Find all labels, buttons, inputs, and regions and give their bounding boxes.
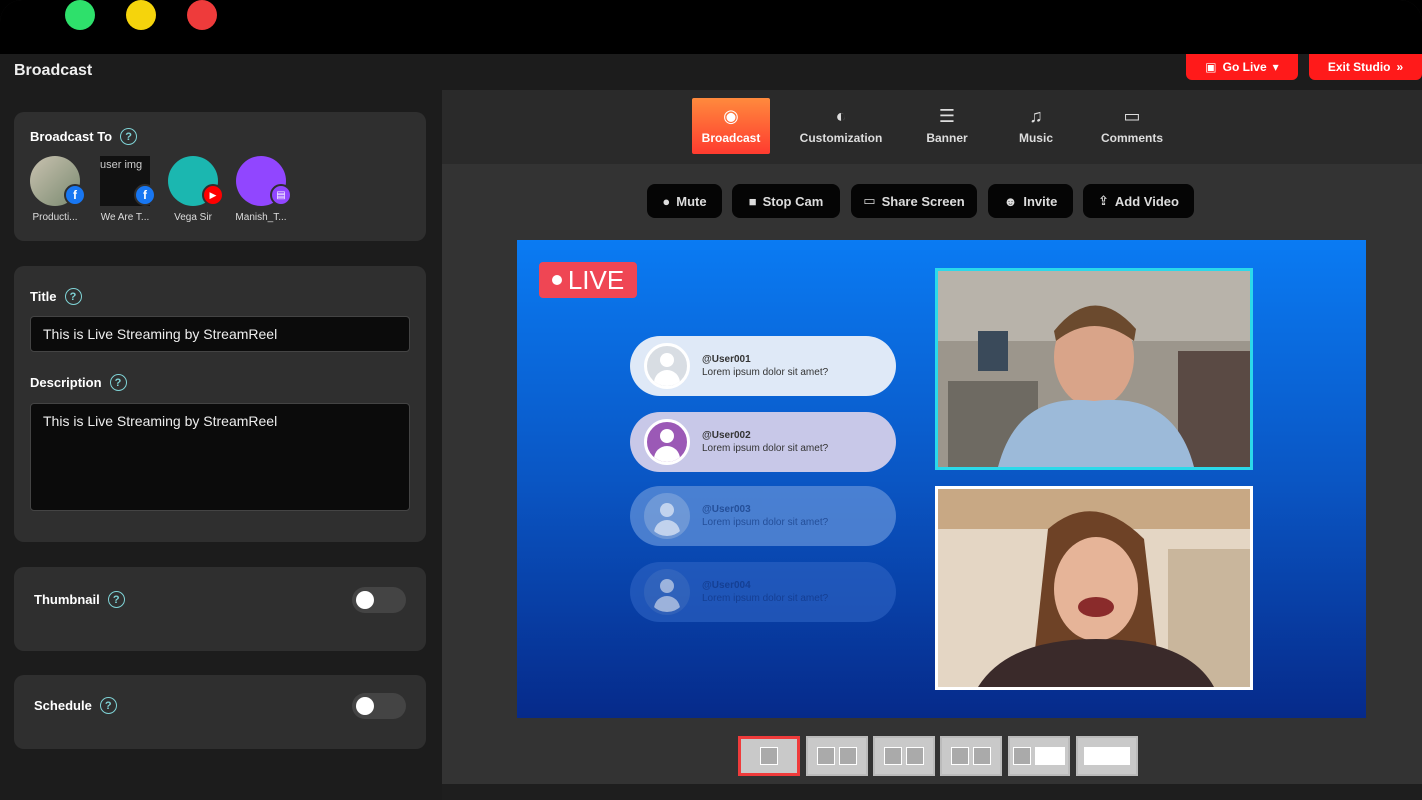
broadcast-to-card: Broadcast To ? f Producti... user img f … [14, 112, 426, 241]
user-avatar-icon [644, 419, 690, 465]
comment-bubble[interactable]: @User002 Lorem ipsum dolor sit amet? [630, 412, 896, 472]
guest-video-image [938, 489, 1250, 687]
tab-bar: ◉ Broadcast ◐ Customization ☰ Banner ♫ M… [442, 90, 1422, 164]
music-icon: ♫ [1029, 106, 1043, 126]
details-card: Title ? This is Live Streaming by Stream… [14, 266, 426, 542]
share-screen-button[interactable]: ▭ Share Screen [851, 184, 977, 218]
user-avatar-icon [644, 569, 690, 615]
caret-down-icon: ▾ [1272, 60, 1279, 74]
camera-feed-host[interactable] [935, 268, 1253, 470]
minimize-button[interactable] [126, 0, 156, 30]
tab-customization[interactable]: ◐ Customization [791, 98, 891, 154]
add-video-button[interactable]: ⇪ Add Video [1083, 184, 1194, 218]
studio-main: ◉ Broadcast ◐ Customization ☰ Banner ♫ M… [442, 90, 1422, 784]
tab-banner[interactable]: ☰ Banner [897, 98, 997, 154]
avatar: f [30, 156, 86, 206]
settings-panel: Broadcast To ? f Producti... user img f … [0, 90, 442, 800]
user-avatar-icon [644, 493, 690, 539]
upload-icon: ⇪ [1098, 193, 1109, 208]
avatar: user img f [100, 156, 156, 206]
schedule-toggle[interactable] [352, 693, 406, 719]
comment-bubble[interactable]: @User001 Lorem ipsum dolor sit amet? [630, 336, 896, 396]
help-icon[interactable]: ? [120, 128, 138, 145]
help-icon[interactable]: ? [107, 591, 125, 608]
title-label: Title [30, 289, 57, 304]
thumbnail-label: Thumbnail [34, 592, 100, 607]
layout-side[interactable] [1008, 736, 1070, 776]
twitch-icon: ▤ [270, 184, 292, 206]
tab-broadcast[interactable]: ◉ Broadcast [692, 98, 770, 154]
description-label: Description [30, 375, 102, 390]
help-icon[interactable]: ? [99, 697, 117, 714]
thumbnail-toggle[interactable] [352, 587, 406, 613]
double-chevron-right-icon: » [1396, 60, 1404, 74]
host-video-image [938, 271, 1250, 467]
broadcast-stage: LIVE @User001 Lorem ipsum dolor sit amet… [517, 240, 1366, 718]
add-user-icon: ☻ [1003, 193, 1018, 209]
comment-bubble[interactable]: @User003 Lorem ipsum dolor sit amet? [630, 486, 896, 546]
invite-button[interactable]: ☻ Invite [988, 184, 1073, 218]
close-button[interactable] [187, 0, 217, 30]
tab-comments[interactable]: ▭ Comments [1082, 98, 1182, 154]
facebook-icon: f [64, 184, 86, 206]
mute-button[interactable]: ● Mute [647, 184, 722, 218]
stop-cam-button[interactable]: ■ Stop Cam [732, 184, 840, 218]
page-title: Broadcast [14, 62, 93, 79]
camera-feed-guest[interactable] [935, 486, 1253, 690]
description-textarea[interactable]: This is Live Streaming by StreamReel [30, 403, 410, 511]
broadcast-icon: ◉ [723, 106, 739, 126]
comment-icon: ▭ [1123, 106, 1141, 126]
schedule-card: Schedule ? [14, 675, 426, 749]
layout-full[interactable] [1076, 736, 1138, 776]
layout-single[interactable] [738, 736, 800, 776]
account-item[interactable]: user img f We Are T... [94, 156, 156, 223]
broadcast-to-label: Broadcast To [30, 129, 113, 144]
layout-grid[interactable] [940, 736, 1002, 776]
title-bar [0, 0, 1422, 54]
tab-music[interactable]: ♫ Music [986, 98, 1086, 154]
account-item[interactable]: f Producti... [24, 156, 86, 223]
layout-selector [442, 736, 1422, 776]
screen-icon: ▭ [863, 193, 876, 208]
youtube-icon: ▶ [202, 184, 224, 206]
help-icon[interactable]: ? [109, 374, 127, 391]
help-icon[interactable]: ? [64, 288, 82, 305]
exit-studio-button[interactable]: Exit Studio » [1309, 54, 1422, 80]
avatar: ▤ [236, 156, 292, 206]
thumbnail-card: Thumbnail ? [14, 567, 426, 651]
maximize-button[interactable] [65, 0, 95, 30]
go-live-button[interactable]: ▣ Go Live ▾ [1186, 54, 1298, 80]
studio-window: Broadcast ▣ Go Live ▾ Exit Studio » Broa… [0, 0, 1422, 800]
schedule-label: Schedule [34, 698, 92, 713]
facebook-icon: f [134, 184, 156, 206]
account-item[interactable]: ▶ Vega Sir [162, 156, 224, 223]
comment-bubble[interactable]: @User004 Lorem ipsum dolor sit amet? [630, 562, 896, 622]
palette-icon: ◐ [835, 106, 847, 126]
live-badge: LIVE [539, 262, 637, 298]
layout-two-small[interactable] [873, 736, 935, 776]
user-avatar-icon [644, 343, 690, 389]
title-input[interactable]: This is Live Streaming by StreamReel [30, 316, 410, 352]
avatar: ▶ [168, 156, 224, 206]
account-item[interactable]: ▤ Manish_T... [230, 156, 292, 223]
live-dot-icon [551, 275, 562, 285]
mic-icon: ● [662, 193, 671, 209]
camera-icon: ■ [748, 193, 757, 209]
banner-icon: ☰ [938, 106, 956, 126]
film-icon: ▣ [1205, 60, 1217, 74]
layout-two[interactable] [806, 736, 868, 776]
